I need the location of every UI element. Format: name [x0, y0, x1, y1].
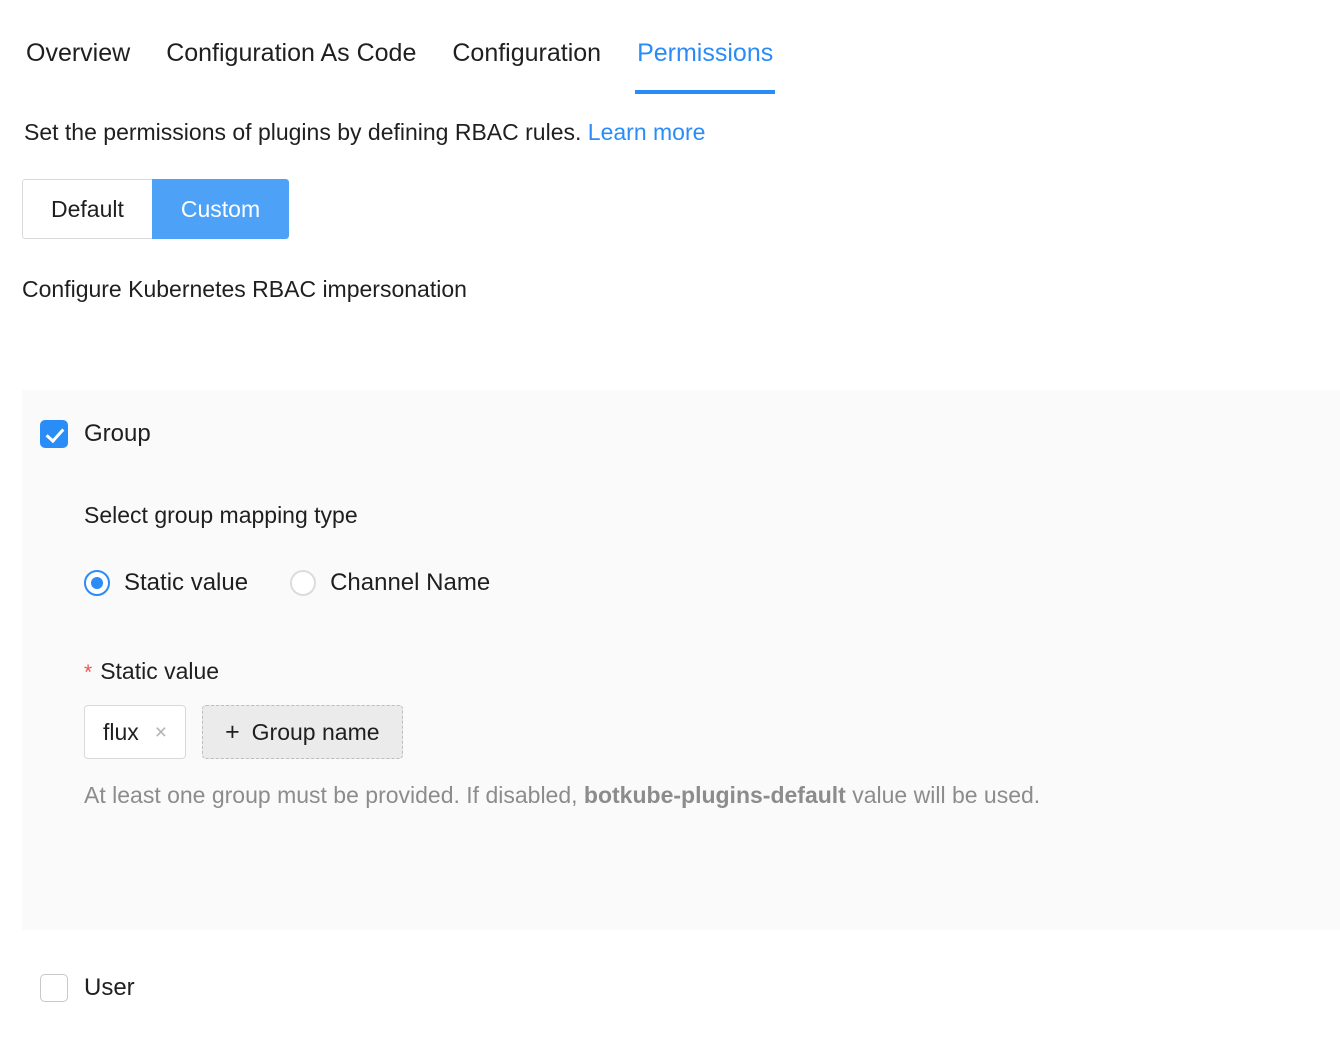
- tab-bar: Overview Configuration As Code Configura…: [0, 0, 1340, 94]
- static-value-tag-row: flux × + Group name: [84, 705, 1340, 759]
- plus-icon: +: [225, 717, 240, 746]
- help-text-before: At least one group must be provided. If …: [84, 782, 578, 808]
- tab-configuration[interactable]: Configuration: [450, 38, 603, 94]
- tab-configuration-as-code[interactable]: Configuration As Code: [164, 38, 418, 94]
- radio-option-static-value[interactable]: Static value: [84, 569, 248, 597]
- add-group-name-label: Group name: [251, 719, 380, 745]
- mode-option-custom[interactable]: Custom: [151, 179, 290, 239]
- required-asterisk: *: [84, 661, 93, 684]
- group-checkbox-label: Group: [84, 420, 151, 447]
- learn-more-link[interactable]: Learn more: [588, 119, 706, 145]
- rbac-section-heading: Configure Kubernetes RBAC impersonation: [22, 276, 467, 302]
- radio-static-value-label: Static value: [124, 569, 249, 596]
- tab-overview[interactable]: Overview: [24, 38, 132, 94]
- static-value-field-label: * Static value: [84, 657, 1340, 685]
- permissions-description: Set the permissions of plugins by defini…: [24, 118, 1340, 146]
- radio-option-channel-name[interactable]: Channel Name: [290, 569, 490, 597]
- user-checkbox-label: User: [84, 974, 135, 1001]
- radio-channel-name[interactable]: [290, 570, 317, 596]
- static-value-help-text: At least one group must be provided. If …: [84, 781, 1340, 809]
- tag-flux[interactable]: flux ×: [84, 705, 187, 759]
- group-settings-panel: Group Select group mapping type Static v…: [22, 390, 1340, 930]
- help-text-after: value will be used.: [852, 782, 1041, 808]
- group-checkbox-row[interactable]: Group: [22, 390, 1340, 448]
- mode-option-default[interactable]: Default: [22, 179, 152, 239]
- description-text: Set the permissions of plugins by defini…: [24, 119, 582, 145]
- close-icon[interactable]: ×: [155, 722, 167, 743]
- user-checkbox[interactable]: [40, 974, 68, 1002]
- help-text-bold: botkube-plugins-default: [583, 782, 846, 808]
- tab-permissions[interactable]: Permissions: [635, 38, 776, 94]
- permissions-mode-toggle: Default Custom: [22, 179, 290, 239]
- group-settings-body: Select group mapping type Static value C…: [22, 501, 1340, 809]
- radio-static-value[interactable]: [84, 570, 110, 596]
- add-group-name-button[interactable]: + Group name: [202, 705, 403, 759]
- group-mapping-radio-group: Static value Channel Name: [84, 569, 1340, 597]
- radio-channel-name-label: Channel Name: [330, 569, 491, 596]
- static-value-label-text: Static value: [100, 658, 220, 684]
- user-checkbox-row[interactable]: User: [40, 974, 135, 1002]
- group-checkbox[interactable]: [40, 420, 68, 448]
- group-mapping-heading: Select group mapping type: [84, 502, 358, 528]
- tag-flux-label: flux: [103, 719, 139, 745]
